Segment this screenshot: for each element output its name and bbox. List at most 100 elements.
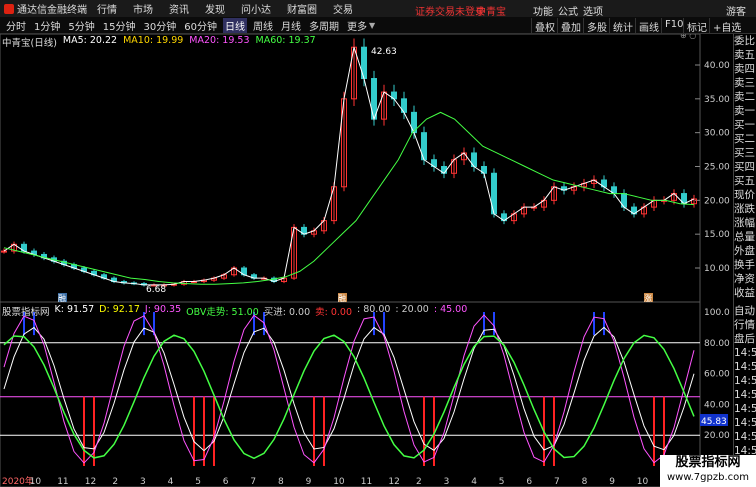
x-axis-label: 10 (30, 477, 42, 487)
menu-gongshi[interactable]: 公式 (558, 3, 578, 18)
indicator-legend: 股票指标网 K: 91.57 D: 92.17 J: 90.35 OBV走势: … (2, 304, 467, 318)
menu-xuanxiang[interactable]: 选项 (583, 3, 603, 18)
x-axis-label: 8 (278, 477, 284, 487)
k-line (3, 326, 695, 452)
x-axis-label: 8 (582, 477, 588, 487)
low-price-label: 6.68 (146, 285, 166, 295)
menu-zixun[interactable]: 资讯 (169, 1, 189, 16)
menu-faxian[interactable]: 发现 (205, 1, 225, 16)
period-5min[interactable]: 5分钟 (66, 18, 96, 33)
menu-youke[interactable]: 游客 (726, 3, 746, 18)
menu-wenxiaoda[interactable]: 问小达 (241, 1, 271, 16)
period-60min[interactable]: 60分钟 (182, 18, 219, 33)
ind-obv: OBV走势: 51.00 (186, 307, 259, 318)
period-15min[interactable]: 15分钟 (101, 18, 138, 33)
quote-field-label: 盘后 (734, 333, 755, 345)
quote-field-label: 14:56 (734, 431, 756, 443)
ind-45: : 45.00 (433, 304, 468, 315)
x-axis-label: 4 (471, 477, 477, 487)
period-monthly[interactable]: 月线 (279, 18, 303, 33)
period-fenshi[interactable]: 分时 (4, 18, 28, 33)
x-axis-label: 11 (361, 477, 372, 487)
period-weekly[interactable]: 周线 (251, 18, 275, 33)
x-axis-label: 12 (85, 477, 96, 487)
ma5-line (3, 47, 695, 286)
quote-field-label: 买四 (734, 161, 755, 173)
btn-diejia[interactable]: 叠加 (557, 18, 584, 34)
chart-options-icon[interactable]: ⊕ ○ (680, 34, 696, 40)
indicator-name[interactable]: 股票指标网 (2, 304, 50, 318)
menu-caifuquan[interactable]: 财富圈 (287, 1, 317, 16)
buy-signal-bar (493, 312, 495, 336)
quote-field-label: 卖五 (734, 49, 755, 61)
x-axis-label: 10 (637, 477, 649, 487)
x-axis-label: 4 (168, 477, 174, 487)
ind-j: J: 90.35 (144, 304, 182, 315)
app-name: 通达信金融终端 (17, 5, 87, 16)
quote-field-label: 净资 (734, 273, 755, 285)
ind-d: D: 92.17 (99, 304, 140, 315)
period-1min[interactable]: 1分钟 (32, 18, 62, 33)
quote-field-label: 买一 (734, 119, 755, 131)
x-axis-label: 2 (416, 477, 422, 487)
login-notice[interactable]: 证券交易未登录 (415, 3, 485, 18)
price-tick-label: 10.00 (704, 264, 730, 274)
sell-signal-bar (653, 396, 655, 466)
x-axis-label: 7 (250, 477, 256, 487)
menu-shichang[interactable]: 市场 (133, 1, 153, 16)
quote-field-label: 卖三 (734, 77, 755, 89)
menu-gongneng[interactable]: 功能 (533, 3, 553, 18)
sell-signal-bar (193, 396, 195, 466)
sell-signal-bar (553, 396, 555, 466)
btn-zixuan[interactable]: +自选 (709, 18, 744, 34)
x-axis-label: 12 (388, 477, 399, 487)
quote-field-label: 卖二 (734, 91, 755, 103)
price-tick-label: 40.00 (704, 61, 730, 71)
ind-20: : 20.00 (395, 304, 429, 315)
app-logo-icon (4, 3, 14, 14)
sell-signal-bar (83, 396, 85, 466)
j-line (3, 314, 695, 464)
quote-field-label: 买五 (734, 175, 755, 187)
kline-chart[interactable]: 40.00 35.00 30.00 25.00 20.00 15.00 10.00 42.6… (0, 34, 733, 487)
price-tick-label: 20.00 (704, 196, 730, 206)
quote-field-label: 换手 (734, 259, 755, 271)
period-multi[interactable]: 多周期 (307, 18, 341, 33)
x-axis-label: 6 (223, 477, 229, 487)
period-daily[interactable]: 日线 (222, 17, 247, 33)
quote-field-label: 14:56 (734, 347, 756, 359)
btn-huaxian[interactable]: 画线 (635, 18, 662, 34)
menu-hangqing[interactable]: 行情 (97, 1, 117, 16)
candle (1, 250, 7, 253)
quote-field-label: 买三 (734, 147, 755, 159)
ind-k: K: 91.57 (54, 304, 95, 315)
sell-signal-bar (313, 396, 315, 466)
sell-signal-bar (93, 396, 95, 466)
period-more[interactable]: 更多 (345, 18, 369, 33)
btn-duogu[interactable]: 多股 (583, 18, 610, 34)
x-axis-label: 3 (444, 477, 450, 487)
quote-field-label: 买二 (734, 133, 755, 145)
quote-field-label: 收益 (734, 287, 755, 299)
menu-jiaoyi[interactable]: 交易 (333, 1, 353, 16)
dropdown-icon[interactable]: ▼ (369, 21, 375, 30)
buy-signal-bar (593, 312, 595, 336)
x-axis-label: 5 (195, 477, 201, 487)
btn-tongji[interactable]: 统计 (609, 18, 636, 34)
quote-field-label: 行情 (734, 319, 755, 331)
x-axis-label: 5 (499, 477, 505, 487)
btn-biaoji[interactable]: 标记 (683, 18, 710, 34)
x-axis-label: 11 (57, 477, 68, 487)
quote-field-label: 委比 (734, 35, 755, 47)
value-tag: 45.83 (701, 417, 727, 427)
ind-buy: 买进: 0.00 (263, 307, 311, 318)
quote-field-label: 14:56 (734, 361, 756, 373)
high-price-label: 42.63 (371, 47, 397, 57)
x-axis-label: 2 (112, 477, 118, 487)
btn-diequan[interactable]: 叠权 (531, 18, 558, 34)
quote-field-label: 外盘 (734, 245, 755, 257)
x-axis-label: 10 (333, 477, 345, 487)
period-30min[interactable]: 30分钟 (141, 18, 178, 33)
price-tick-label: 15.00 (704, 230, 730, 240)
quote-field-label: 涨幅 (734, 217, 755, 229)
